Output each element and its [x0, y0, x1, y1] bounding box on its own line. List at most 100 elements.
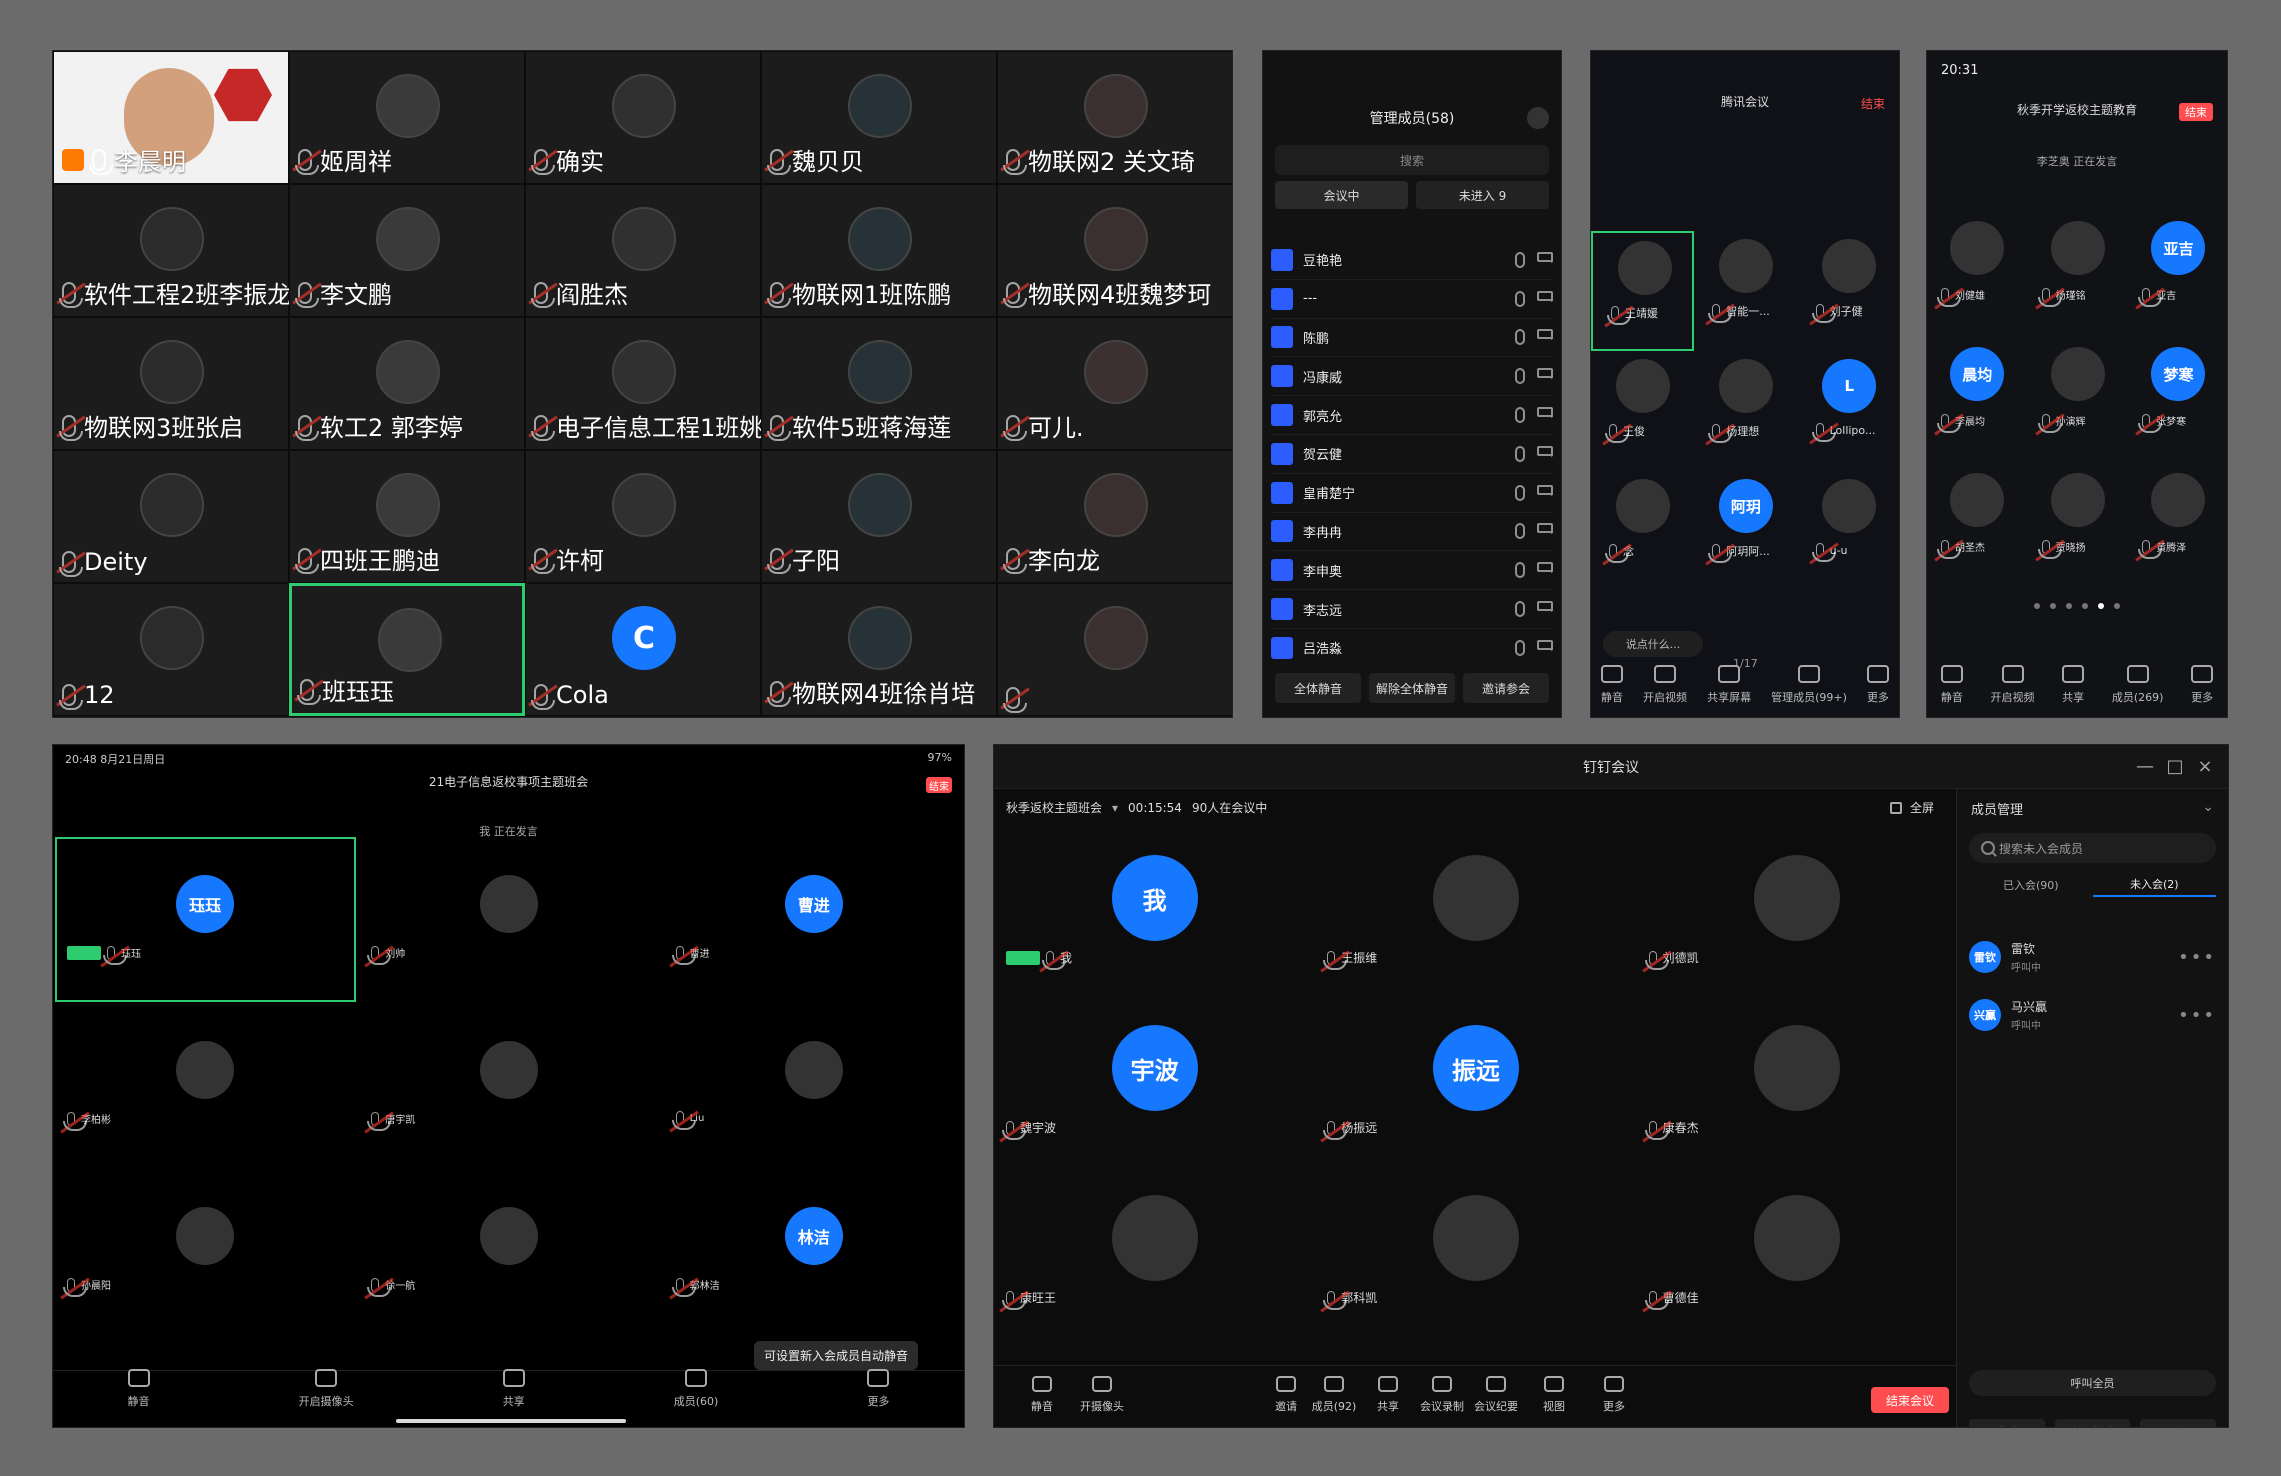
participant-tile[interactable]: 杨理想 — [1694, 351, 1797, 471]
video-tile[interactable]: 魏贝贝 — [761, 51, 997, 184]
minimize-button[interactable]: — — [2132, 753, 2158, 779]
video-tile[interactable]: 软工2 郭李婷 — [289, 317, 525, 450]
toolbar-button[interactable]: 成员(269) — [2112, 665, 2163, 705]
video-tile[interactable]: 确实 — [525, 51, 761, 184]
participant-tile[interactable]: 孙晨阳 — [53, 1165, 357, 1331]
mic-icon[interactable] — [1515, 329, 1525, 346]
toolbar-button[interactable]: 更多 — [2191, 665, 2214, 705]
more-button[interactable]: 更多 — [2140, 1419, 2217, 1427]
participant-tile[interactable]: 晨均 李晨均 — [1927, 337, 2028, 463]
member-row[interactable]: 豆艳艳 — [1271, 241, 1553, 280]
camera-icon[interactable] — [1537, 484, 1553, 496]
video-tile[interactable]: 许柯 — [525, 450, 761, 583]
participant-tile[interactable]: 康旺王 — [994, 1165, 1315, 1335]
participant-tile[interactable]: 唐宇凯 — [357, 999, 661, 1165]
camera-icon[interactable] — [1537, 407, 1553, 419]
participant-tile[interactable]: 曹进 曹进 — [662, 833, 964, 999]
toolbar-button[interactable]: 静音 — [1601, 665, 1624, 705]
chevron-down-icon[interactable]: ▾ — [1112, 801, 1118, 815]
video-tile[interactable]: 电子信息工程1班姚... — [525, 317, 786, 450]
participant-tile[interactable]: Liu — [662, 999, 964, 1165]
invite-button[interactable]: 邀请 — [1969, 1419, 2045, 1427]
member-row[interactable]: 贺云健 — [1271, 435, 1553, 474]
camera-icon[interactable] — [1537, 329, 1553, 341]
participant-tile[interactable]: 亚吉 亚吉 — [2128, 211, 2227, 337]
member-search-input[interactable]: 搜索 — [1275, 145, 1549, 175]
participant-tile[interactable]: 康春杰 — [1637, 995, 1958, 1165]
meeting-toolbar-button[interactable]: 静音 — [1012, 1376, 1072, 1420]
video-tile[interactable]: 12 — [53, 583, 289, 716]
member-row[interactable]: 李冉冉 — [1271, 513, 1553, 552]
participant-tile[interactable]: u-u — [1798, 471, 1899, 591]
video-tile[interactable]: 阎胜杰 — [525, 184, 761, 317]
participant-tile[interactable]: 梦寒 张梦寒 — [2128, 337, 2227, 463]
mute-all-button[interactable]: 全员静音 — [2054, 1419, 2131, 1427]
mic-icon[interactable] — [1515, 290, 1525, 307]
end-button[interactable]: 结束 — [926, 777, 952, 793]
toolbar-button[interactable]: 开启摄像头 — [299, 1369, 354, 1409]
close-button[interactable]: × — [2192, 753, 2218, 779]
camera-icon[interactable] — [1537, 639, 1553, 651]
camera-icon[interactable] — [1537, 601, 1553, 613]
video-tile[interactable]: 李文鹏 — [289, 184, 525, 317]
meeting-toolbar-button[interactable]: 开摄像头 — [1072, 1376, 1132, 1420]
tab-not-joined[interactable]: 未入会(2) — [2092, 873, 2216, 897]
participant-tile[interactable]: 杨瑾铭 — [2028, 211, 2129, 337]
participant-tile[interactable]: 刘帅 — [357, 833, 661, 999]
member-row[interactable]: --- — [1271, 280, 1553, 319]
tab-in-meeting[interactable]: 会议中 — [1275, 181, 1408, 209]
toolbar-button[interactable]: 开启视频 — [1991, 665, 2035, 705]
mute-all-button[interactable]: 全体静音 — [1275, 673, 1361, 703]
meeting-toolbar-button[interactable]: 成员(92) — [1304, 1376, 1364, 1420]
participant-tile[interactable]: 阿玥 阿玥阿... — [1694, 471, 1797, 591]
mic-icon[interactable] — [1515, 407, 1525, 424]
participant-tile[interactable]: 刘子健 — [1798, 231, 1899, 351]
mic-icon[interactable] — [1515, 601, 1525, 618]
end-meeting-button[interactable]: 结束 — [1861, 95, 1885, 112]
mic-icon[interactable] — [1515, 445, 1525, 462]
meeting-toolbar-button[interactable]: 共享 — [1358, 1376, 1418, 1420]
member-row[interactable]: 李申奥 — [1271, 551, 1553, 591]
toolbar-button[interactable]: 静音 — [1940, 665, 1963, 705]
maximize-button[interactable]: □ — [2162, 753, 2188, 779]
camera-icon[interactable] — [1537, 368, 1553, 380]
meeting-toolbar-button[interactable]: 会议录制 — [1412, 1376, 1472, 1420]
search-not-joined-input[interactable]: 搜索未入会成员 — [1969, 833, 2216, 863]
chevron-down-icon[interactable]: ⌄ — [2202, 799, 2214, 815]
participant-tile[interactable]: 林洁 郭林洁 — [662, 1165, 964, 1331]
toolbar-button[interactable]: 静音 — [127, 1369, 150, 1409]
video-tile[interactable]: 软件5班蒋海莲 — [761, 317, 997, 450]
participant-tile[interactable]: 胡圣杰 — [1927, 463, 2028, 589]
toolbar-button[interactable]: 更多 — [867, 1369, 890, 1409]
end-meeting-button[interactable]: 结束会议 — [1871, 1387, 1949, 1413]
video-tile[interactable]: C Cola — [525, 583, 761, 716]
mic-icon[interactable] — [1515, 251, 1525, 268]
toolbar-button[interactable]: 管理成员(99+) — [1771, 665, 1847, 705]
video-tile[interactable]: 四班王鹏迪 — [289, 450, 525, 583]
invite-button[interactable]: 邀请参会 — [1463, 673, 1549, 703]
video-tile[interactable]: 物联网1班陈鹏 — [761, 184, 997, 317]
member-row[interactable]: 吕浩淼 — [1271, 629, 1553, 661]
video-tile[interactable]: 物联网2 关文琦 — [997, 51, 1232, 184]
member-row[interactable]: 陈鹏 — [1271, 319, 1553, 358]
camera-icon[interactable] — [1537, 562, 1553, 574]
participant-tile[interactable]: 王俊 — [1591, 351, 1694, 471]
member-row[interactable]: 郭亮允 — [1271, 396, 1553, 435]
more-icon[interactable]: ••• — [2178, 947, 2216, 968]
toolbar-button[interactable]: 开启视频 — [1643, 665, 1687, 705]
toolbar-button[interactable]: 更多 — [1866, 665, 1889, 705]
video-tile[interactable]: 李向龙 — [997, 450, 1232, 583]
participant-tile[interactable]: L Lollipo... — [1798, 351, 1899, 471]
participant-tile[interactable]: 刘德凯 — [1637, 825, 1958, 995]
participant-tile[interactable]: 智能一... — [1694, 231, 1797, 351]
participant-tile[interactable]: 我我 — [994, 825, 1315, 995]
camera-icon[interactable] — [1537, 251, 1553, 263]
tab-not-joined[interactable]: 未进入 9 — [1416, 181, 1549, 209]
meeting-toolbar-button[interactable]: 会议纪要 — [1466, 1376, 1526, 1420]
mic-icon[interactable] — [1515, 562, 1525, 579]
video-tile[interactable]: 班珏珏 — [289, 583, 525, 716]
participant-tile[interactable]: 黄腾泽 — [2128, 463, 2227, 589]
video-tile[interactable]: 姬周祥 — [289, 51, 525, 184]
not-joined-row[interactable]: 雷钦 雷钦 呼叫中 ••• — [1969, 931, 2216, 983]
more-icon[interactable]: ••• — [2178, 1005, 2216, 1026]
